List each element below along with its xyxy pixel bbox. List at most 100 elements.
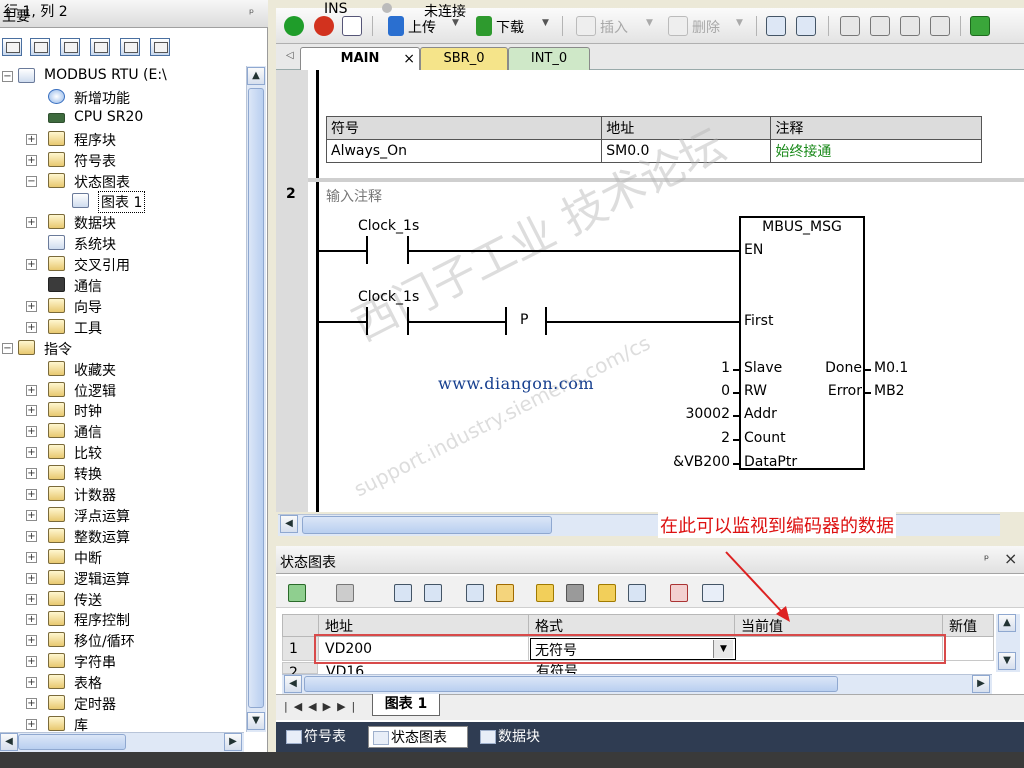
window-icon[interactable]	[120, 38, 140, 56]
delete-icon[interactable]	[336, 584, 354, 602]
collapse-icon[interactable]: −	[2, 71, 13, 82]
tree-item[interactable]: + 程序控制	[0, 609, 244, 629]
sheet-navigation-icon[interactable]: |◀◀▶▶|	[284, 700, 361, 713]
done-value[interactable]: M0.1	[874, 360, 908, 376]
tree-item[interactable]: + 工具	[0, 317, 244, 337]
read-forced-icon[interactable]	[628, 584, 646, 602]
tree-item[interactable]: + 通信	[0, 421, 244, 441]
expand-icon[interactable]: +	[26, 468, 37, 480]
pin-icon[interactable]: ᵖ	[984, 552, 989, 566]
stop-icon[interactable]	[314, 16, 334, 36]
expand-icon[interactable]: +	[26, 321, 37, 333]
download-icon[interactable]	[476, 16, 492, 36]
tree-item[interactable]: + 数据块	[0, 212, 244, 232]
tree-item[interactable]: + 向导	[0, 296, 244, 316]
tree-item[interactable]: + 整数运算	[0, 526, 244, 546]
insert-button[interactable]: 插入	[600, 17, 628, 37]
expand-icon[interactable]: +	[26, 489, 37, 500]
scroll-down-icon[interactable]: ▼	[998, 652, 1016, 670]
delete-button[interactable]: 删除	[692, 17, 720, 37]
contact-label[interactable]: Clock_1s	[358, 218, 419, 234]
tree-item[interactable]: + 程序块	[0, 129, 244, 149]
export-icon[interactable]	[970, 16, 990, 36]
add-icon[interactable]	[288, 584, 306, 602]
network-comment[interactable]: 输入注释	[326, 186, 382, 206]
expand-icon[interactable]: +	[26, 217, 37, 229]
tree-item[interactable]: − MODBUS RTU (E:\	[0, 66, 244, 86]
expand-icon[interactable]: +	[26, 447, 37, 459]
comment-cell[interactable]: 始终接通	[770, 139, 982, 163]
box-icon[interactable]	[930, 16, 950, 36]
expand-icon[interactable]: +	[26, 509, 37, 521]
addr-value[interactable]: 30002	[640, 406, 730, 422]
tab-status-chart[interactable]: 状态图表	[368, 726, 468, 748]
tab-scroll-left-icon[interactable]: ◁	[286, 50, 294, 61]
chevron-down-icon[interactable]: ▼	[736, 18, 743, 28]
lock-all-icon[interactable]	[598, 584, 616, 602]
tree-item[interactable]: + 表格	[0, 672, 244, 692]
tab-symbol-table[interactable]: 符号表	[282, 726, 362, 748]
positive-edge-label[interactable]: P	[520, 312, 528, 328]
tree-item[interactable]: + 计数器	[0, 484, 244, 504]
expand-icon[interactable]: +	[26, 530, 37, 542]
tree-item[interactable]: + 时钟	[0, 400, 244, 420]
tree-item[interactable]: + 字符串	[0, 651, 244, 671]
network-insert-icon[interactable]	[870, 16, 890, 36]
upload-icon[interactable]	[388, 16, 404, 36]
new-value-cell[interactable]	[942, 636, 994, 661]
expand-icon[interactable]: +	[26, 718, 37, 730]
expand-icon[interactable]: +	[26, 551, 37, 563]
expand-icon[interactable]: +	[26, 656, 37, 668]
scroll-up-icon[interactable]: ▲	[247, 67, 265, 85]
sheet-tab-chart-1[interactable]: 图表 1	[372, 694, 440, 716]
monitor-icon[interactable]	[150, 38, 170, 56]
expand-icon[interactable]: +	[26, 154, 37, 166]
collapse-icon[interactable]: −	[2, 342, 13, 354]
view-icon[interactable]	[2, 38, 22, 56]
tree-item[interactable]: − 指令	[0, 338, 244, 358]
pencil-icon[interactable]	[496, 584, 514, 602]
expand-icon[interactable]: +	[26, 572, 37, 584]
chart-status-icon[interactable]	[796, 16, 816, 36]
expand-icon[interactable]: +	[26, 133, 37, 145]
scroll-up-icon[interactable]: ▲	[998, 614, 1016, 632]
dataptr-value[interactable]: &VB200	[640, 454, 730, 470]
contact-label[interactable]: Clock_1s	[358, 289, 419, 305]
tree-item[interactable]: 新增功能	[0, 87, 244, 107]
tree-item[interactable]: + 中断	[0, 547, 244, 567]
error-value[interactable]: MB2	[874, 383, 905, 399]
scroll-left-icon[interactable]: ◀	[0, 733, 18, 751]
tab-data-block[interactable]: 数据块	[476, 726, 556, 748]
close-icon[interactable]: ×	[403, 48, 415, 70]
tab-sbr-0[interactable]: SBR_0	[420, 47, 508, 70]
tree-item[interactable]: + 定时器	[0, 693, 244, 713]
tab-int-0[interactable]: INT_0	[508, 47, 590, 70]
scroll-down-icon[interactable]: ▼	[247, 712, 265, 730]
scroll-left-icon[interactable]: ◀	[284, 675, 302, 693]
pin-icon[interactable]: ᵖ	[249, 6, 254, 20]
compile-icon[interactable]	[342, 16, 362, 36]
download-button[interactable]: 下载	[496, 17, 524, 37]
expand-icon[interactable]: +	[26, 426, 37, 438]
chart-scroll-thumb[interactable]	[304, 676, 838, 692]
scroll-left-icon[interactable]: ◀	[280, 515, 298, 533]
tab-main[interactable]: MAIN ×	[300, 47, 420, 70]
tree-item[interactable]: + 库	[0, 714, 244, 734]
expand-icon[interactable]: +	[26, 635, 37, 647]
document-icon[interactable]	[60, 38, 80, 56]
tree-item[interactable]: + 移位/循环	[0, 630, 244, 650]
rw-value[interactable]: 0	[640, 383, 730, 399]
tree-item[interactable]: 收藏夹	[0, 359, 244, 379]
tree-item[interactable]: + 比较	[0, 442, 244, 462]
slave-value[interactable]: 1	[640, 360, 730, 376]
expand-icon[interactable]: +	[26, 614, 37, 626]
run-icon[interactable]	[284, 16, 304, 36]
trend-icon[interactable]	[670, 584, 688, 602]
editor-scroll-thumb[interactable]	[302, 516, 552, 534]
tree-item[interactable]: + 浮点运算	[0, 505, 244, 525]
tree-hscroll-thumb[interactable]	[18, 734, 126, 750]
expand-icon[interactable]: +	[26, 677, 37, 689]
tree-item[interactable]: 图表 1	[0, 191, 244, 214]
expand-icon[interactable]: +	[26, 384, 37, 396]
collapse-icon[interactable]: −	[26, 175, 37, 187]
